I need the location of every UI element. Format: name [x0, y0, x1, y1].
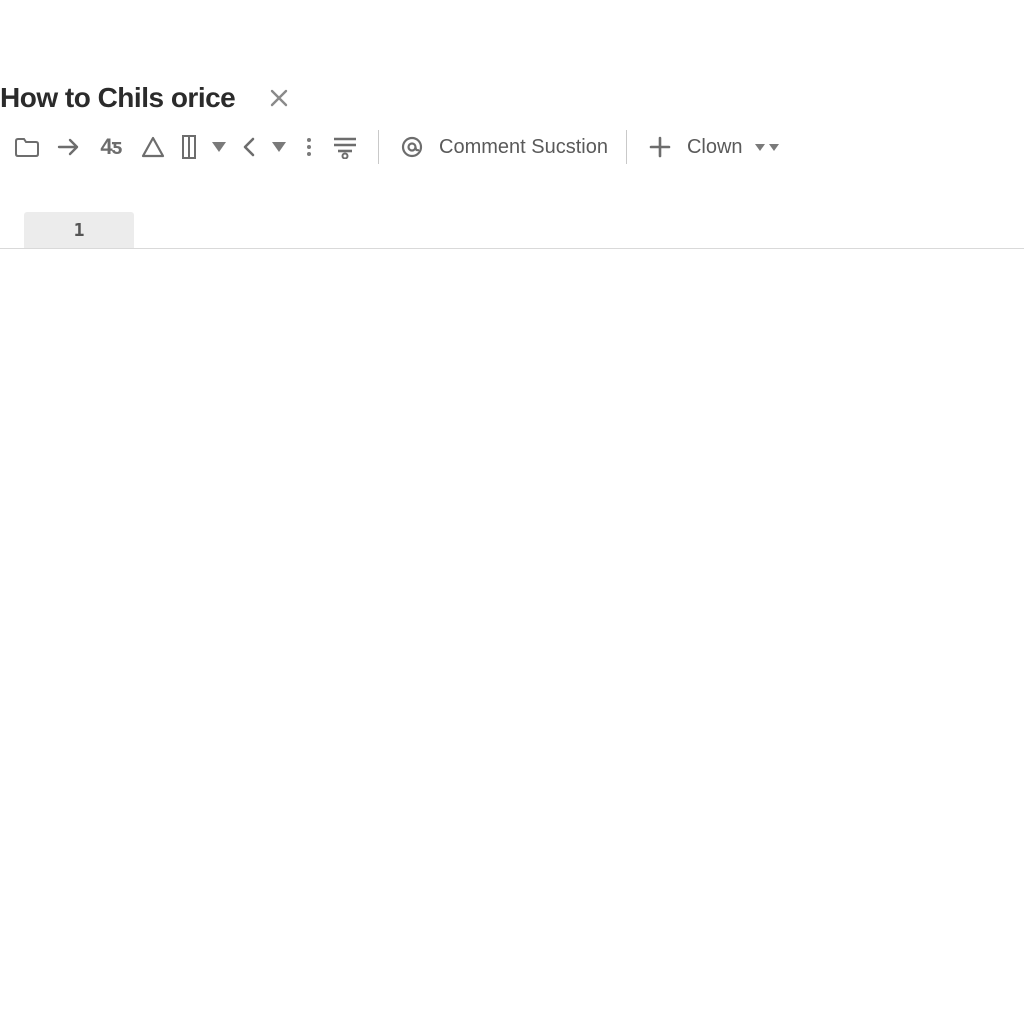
chevron-left-icon[interactable]	[234, 126, 264, 168]
plus-icon[interactable]	[639, 126, 681, 168]
row-divider	[0, 248, 1024, 249]
arrow-right-icon[interactable]	[48, 126, 90, 168]
more-vertical-icon[interactable]	[294, 126, 324, 168]
toolbar-separator-1	[378, 130, 379, 164]
row-content[interactable]	[134, 212, 1024, 248]
editor-area: 1	[0, 212, 1024, 249]
row-number[interactable]: 1	[24, 212, 134, 248]
editor-row[interactable]: 1	[0, 212, 1024, 248]
title-bar: How to Chils orice	[0, 78, 1024, 118]
toolbar: 4ƽ Comment Sucstion Clown	[0, 118, 1024, 176]
folder-icon[interactable]	[6, 126, 48, 168]
dropdown-caret-2-icon[interactable]	[264, 126, 294, 168]
document-title[interactable]: How to Chils orice	[0, 82, 235, 114]
dropdown-caret-1-icon[interactable]	[204, 126, 234, 168]
triangle-icon[interactable]	[132, 126, 174, 168]
clown-button[interactable]: Clown	[681, 126, 749, 168]
column-icon[interactable]	[174, 126, 204, 168]
font-size-icon[interactable]: 4ƽ	[90, 126, 132, 168]
toolbar-separator-2	[626, 130, 627, 164]
double-caret-icon[interactable]	[749, 126, 785, 168]
align-icon[interactable]	[324, 126, 366, 168]
comment-suggestion-button[interactable]: Comment Sucstion	[433, 126, 614, 168]
at-mention-icon[interactable]	[391, 126, 433, 168]
close-tab-icon[interactable]	[265, 84, 293, 112]
